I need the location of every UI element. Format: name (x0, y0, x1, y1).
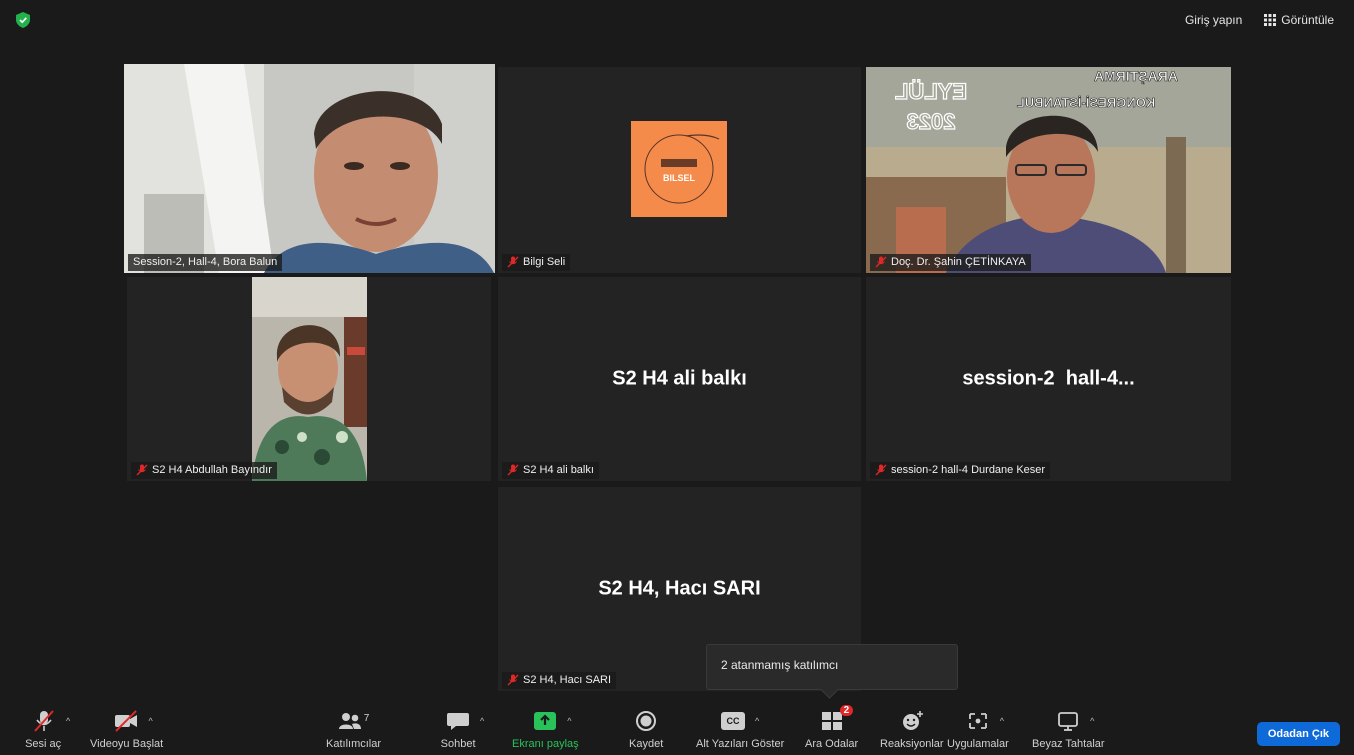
video-tile-bora-balun[interactable]: Session-2, Hall-4, Bora Balun (124, 64, 495, 273)
whiteboard-icon (1058, 712, 1079, 731)
participant-name-tag: Bilgi Seli (502, 254, 571, 271)
video-off-icon (115, 710, 138, 732)
participants-icon (338, 713, 361, 729)
backdrop-text: KONGRESİ-İSTANBUL (1017, 95, 1155, 110)
audio-options-caret[interactable]: ^ (66, 716, 70, 726)
participant-video (252, 277, 367, 481)
participant-name-tag: S2 H4 Abdullah Bayındır (131, 462, 277, 479)
participant-name-tag: S2 H4 ali balkı (502, 462, 599, 479)
captions-options-caret[interactable]: ^ (755, 716, 759, 726)
meeting-toolbar: ^ Sesi aç ^ Videoyu Başlat 7 Katılımcıla… (0, 703, 1354, 755)
mic-muted-icon (875, 464, 887, 476)
smiley-plus-icon (902, 711, 923, 730)
share-options-caret[interactable]: ^ (567, 716, 571, 726)
backdrop-text: ARAŞTIRMA (1094, 68, 1178, 84)
unassigned-participants-tooltip: 2 atanmamış katılımcı (706, 644, 958, 690)
participant-name-tag: S2 H4, Hacı SARI (502, 672, 617, 689)
apps-icon (968, 713, 987, 729)
participant-video (124, 64, 495, 273)
participant-name-tag: Doç. Dr. Şahin ÇETİNKAYA (870, 254, 1031, 271)
backdrop-text: 2023 (907, 109, 956, 134)
unmute-button[interactable]: ^ Sesi aç (25, 707, 70, 750)
breakout-rooms-button[interactable]: 2 Ara Odalar (805, 705, 858, 750)
chat-icon (447, 713, 469, 730)
bilsel-logo: BILSEL (631, 121, 727, 217)
video-tile-bilgi-seli[interactable]: BILSEL Bilgi Seli (498, 67, 861, 273)
view-button[interactable]: Görüntüle (1258, 10, 1340, 30)
share-screen-button[interactable]: ^ Ekranı paylaş (512, 707, 579, 750)
video-tile-abdullah-bayindir[interactable]: S2 H4 Abdullah Bayındır (127, 277, 491, 481)
reactions-button[interactable]: Reaksiyonlar (880, 707, 944, 750)
participant-name-tag: Session-2, Hall-4, Bora Balun (128, 254, 283, 271)
record-icon (636, 711, 657, 731)
apps-options-caret[interactable]: ^ (1000, 716, 1004, 726)
video-tile-ali-balki[interactable]: S2 H4 ali balkı S2 H4 ali balkı (498, 277, 861, 481)
captions-icon: CC (721, 712, 745, 730)
breakout-badge: 2 (839, 705, 854, 716)
mic-muted-icon (875, 256, 887, 268)
participant-display-name: session-2 hall-4... (962, 367, 1135, 390)
video-tile-durdane-keser[interactable]: session-2 hall-4... session-2 hall-4 Dur… (866, 277, 1231, 481)
apps-button[interactable]: ^ Uygulamalar (947, 707, 1009, 750)
mic-muted-icon (34, 710, 54, 732)
logo-text: BILSEL (663, 173, 696, 183)
participant-display-name: S2 H4 ali balkı (612, 367, 747, 390)
participant-name-tag: session-2 hall-4 Durdane Keser (870, 462, 1051, 479)
mic-muted-icon (136, 464, 148, 476)
grid-icon (1264, 14, 1277, 26)
share-screen-icon (534, 712, 557, 730)
video-options-caret[interactable]: ^ (148, 716, 152, 726)
mic-muted-icon (507, 464, 519, 476)
signin-button[interactable]: Giriş yapın (1179, 10, 1248, 30)
backdrop-text: EYLÜL (895, 79, 967, 104)
whiteboards-button[interactable]: ^ Beyaz Tahtalar (1032, 707, 1105, 750)
participant-display-name: S2 H4, Hacı SARI (598, 577, 761, 600)
record-button[interactable]: Kaydet (629, 707, 663, 750)
show-captions-button[interactable]: CC ^ Alt Yazıları Göster (696, 707, 784, 750)
participants-button[interactable]: 7 Katılımcılar (326, 707, 381, 751)
top-right-controls: Giriş yapın Görüntüle (1179, 10, 1340, 30)
chat-options-caret[interactable]: ^ (480, 716, 484, 726)
whiteboard-options-caret[interactable]: ^ (1090, 716, 1094, 726)
chat-button[interactable]: ^ Sohbet (441, 707, 484, 750)
security-shield-icon[interactable] (16, 12, 30, 28)
participant-video: ARAŞTIRMA KONGRESİ-İSTANBUL EYLÜL 2023 (866, 67, 1231, 273)
video-tile-sahin-cetinkaya[interactable]: ARAŞTIRMA KONGRESİ-İSTANBUL EYLÜL 2023 D… (866, 67, 1231, 273)
mic-muted-icon (507, 256, 519, 268)
leave-room-button[interactable]: Odadan Çık (1256, 722, 1340, 746)
start-video-button[interactable]: ^ Videoyu Başlat (90, 707, 163, 750)
mic-muted-icon (507, 674, 519, 686)
